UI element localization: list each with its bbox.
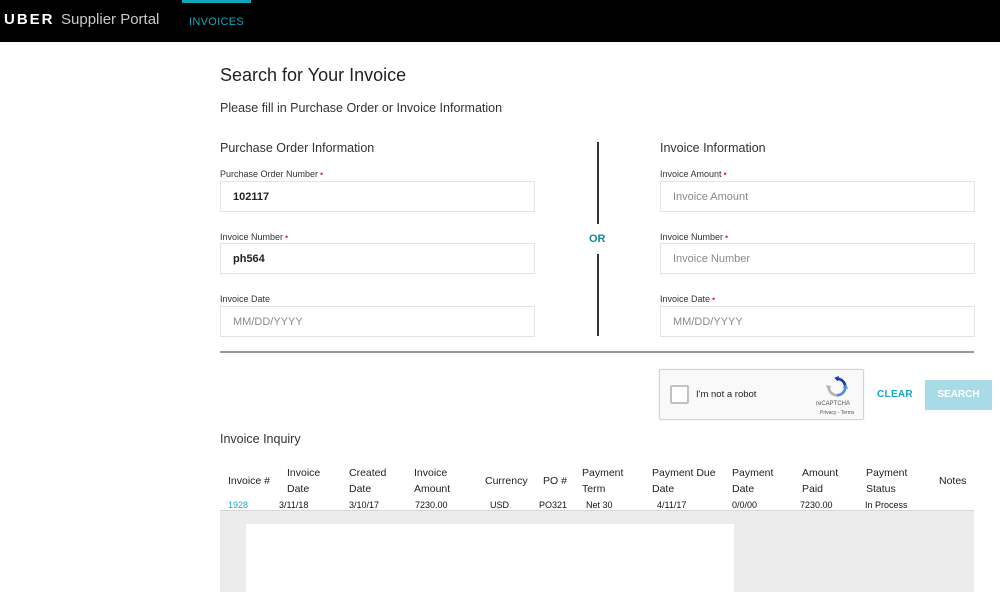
required-marker: •	[712, 294, 716, 304]
cell-po-number: PO321	[539, 500, 568, 510]
recaptcha-terms-link[interactable]: Privacy - Terms	[820, 410, 854, 416]
po-number-input[interactable]	[220, 181, 535, 212]
cell-created-date: 3/10/17	[349, 500, 380, 510]
cell-payment-date: 0/0/00	[732, 500, 758, 510]
po-invoice-date-label: Invoice Date	[220, 294, 271, 304]
form-separator	[220, 351, 974, 353]
cell-payment-due-date: 4/11/17	[657, 500, 687, 510]
col-header-invoice-date: Invoice Date	[287, 467, 321, 495]
invoice-amount-input[interactable]	[660, 181, 975, 212]
cell-currency: USD	[490, 500, 510, 510]
col-header-po-number: PO #	[543, 475, 567, 487]
po-invoice-number-input[interactable]	[220, 243, 535, 274]
top-nav-bar: UBER Supplier Portal INVOICES	[0, 0, 1000, 42]
col-header-invoice-amount: Invoice Amount	[414, 467, 451, 495]
required-marker: •	[285, 232, 289, 242]
col-header-created-date: Created Date	[349, 467, 387, 495]
tab-invoices[interactable]: INVOICES	[182, 0, 251, 42]
page-title: Search for Your Invoice	[220, 65, 407, 85]
col-header-payment-term: Payment Term	[582, 467, 624, 495]
or-label: OR	[589, 233, 606, 245]
recaptcha-checkbox[interactable]	[670, 385, 689, 404]
recaptcha-label: I'm not a robot	[696, 389, 757, 400]
cell-invoice-amount: 7230.00	[415, 500, 448, 510]
col-header-currency: Currency	[485, 475, 528, 487]
or-divider-bottom	[597, 254, 599, 336]
invoice-detail-panel	[246, 524, 734, 592]
po-number-label: Purchase Order Number •	[220, 169, 324, 179]
invoice-section-title: Invoice Information	[660, 141, 766, 155]
col-header-invoice-number: Invoice #	[228, 475, 271, 487]
cell-invoice-date: 3/11/18	[279, 500, 309, 510]
invoice-number-input[interactable]	[660, 243, 975, 274]
cell-invoice-number-link[interactable]: 1928	[228, 500, 248, 510]
search-button[interactable]: SEARCH	[925, 380, 992, 410]
col-header-payment-due-date: Payment Due Date	[652, 467, 716, 495]
col-header-payment-status: Payment Status	[866, 467, 908, 495]
or-divider-top	[597, 142, 599, 224]
invoice-date-label: Invoice Date •	[660, 294, 716, 304]
required-marker: •	[723, 169, 727, 179]
required-marker: •	[320, 169, 324, 179]
recaptcha-widget: I'm not a robot reCAPTCHA Privacy - Term…	[659, 369, 864, 420]
cell-payment-status: In Process	[865, 500, 908, 510]
cell-payment-term: Net 30	[586, 500, 613, 510]
recaptcha-logo-icon	[826, 376, 848, 397]
clear-button[interactable]: CLEAR	[871, 385, 919, 405]
col-header-notes: Notes	[939, 475, 967, 487]
po-section-title: Purchase Order Information	[220, 141, 375, 155]
brand-subtitle: Supplier Portal	[61, 11, 160, 28]
required-marker: •	[725, 232, 729, 242]
po-invoice-date-input[interactable]	[220, 306, 535, 337]
recaptcha-brand: reCAPTCHA	[816, 401, 851, 407]
brand-logo[interactable]: UBER	[4, 11, 55, 28]
cell-amount-paid: 7230.00	[800, 500, 833, 510]
po-invoice-number-label: Invoice Number •	[220, 232, 289, 242]
invoice-inquiry-title: Invoice Inquiry	[220, 432, 301, 446]
col-header-payment-date: Payment Date	[732, 467, 774, 495]
col-header-amount-paid: Amount Paid	[802, 467, 839, 495]
invoice-number-label: Invoice Number •	[660, 232, 729, 242]
page-subtitle: Please fill in Purchase Order or Invoice…	[220, 101, 503, 115]
invoice-date-input[interactable]	[660, 306, 975, 337]
invoice-amount-label: Invoice Amount •	[660, 169, 727, 179]
